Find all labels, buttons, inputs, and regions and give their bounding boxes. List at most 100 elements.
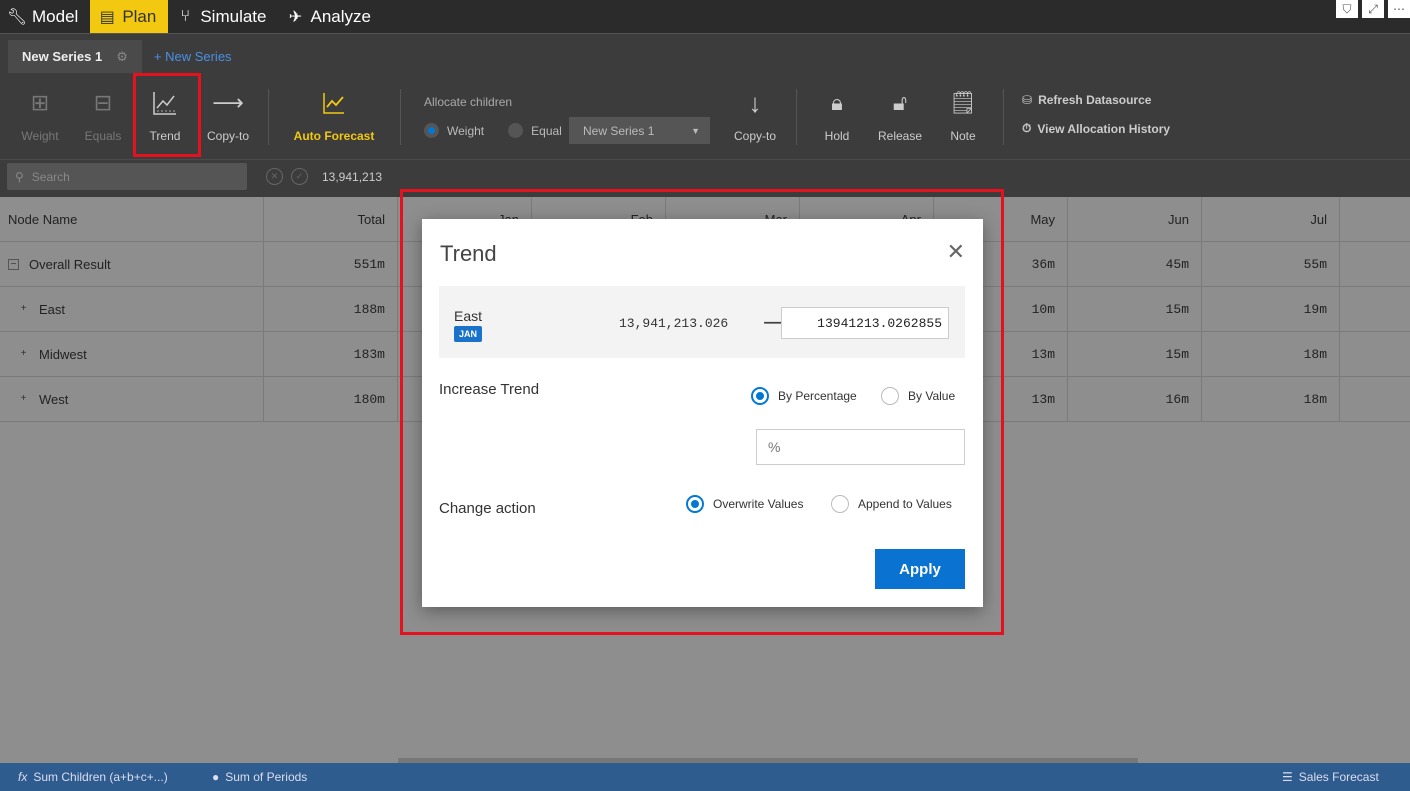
nav-simulate[interactable]: ⑂ Simulate	[168, 0, 278, 33]
total-cell[interactable]: 188m	[264, 287, 398, 331]
col-header-total[interactable]: Total	[264, 197, 398, 241]
alloc-equal-radio[interactable]	[508, 123, 524, 138]
nav-model[interactable]: 🔧︎ Model	[0, 0, 90, 33]
new-series-button[interactable]: + New Series	[142, 40, 244, 73]
expand-icon[interactable]: ⤢	[1362, 0, 1384, 18]
cell-value: 13,941,213	[322, 169, 383, 184]
jul-cell[interactable]: 18m	[1202, 332, 1340, 376]
jun-cell[interactable]: 15m	[1068, 287, 1202, 331]
col-header-node-name[interactable]: Node Name	[0, 197, 264, 241]
nav-plan-label: Plan	[122, 6, 157, 26]
copy-to-down-button[interactable]: ↓ Copy-to	[730, 87, 780, 144]
nav-model-label: Model	[32, 6, 79, 26]
sum-children-status[interactable]: fx Sum Children (a+b+c+...)	[18, 770, 168, 784]
total-cell[interactable]: 183m	[264, 332, 398, 376]
refresh-datasource-link[interactable]: ⛁ Refresh Datasource	[1022, 93, 1170, 107]
confirm-icon[interactable]: ✓	[291, 168, 308, 185]
top-nav: 🔧︎ Model ▤ Plan ⑂ Simulate ✈︎ Analyze	[0, 0, 1410, 33]
hold-button[interactable]: 🔒︎ Hold	[818, 87, 856, 143]
sum-periods-status[interactable]: ● Sum of Periods	[212, 770, 307, 784]
change-action-label: Change action	[439, 500, 536, 517]
row-name-cell[interactable]: + Midwest	[0, 332, 264, 376]
sales-forecast-status[interactable]: ☰ Sales Forecast	[1282, 770, 1379, 784]
clock-icon: ●	[212, 770, 220, 784]
wrench-icon: 🔧︎	[6, 8, 28, 26]
jul-cell[interactable]: 18m	[1202, 377, 1340, 421]
original-value: 13,941,213.026	[619, 316, 729, 331]
jul-cell[interactable]: 55m	[1202, 242, 1340, 286]
series-select[interactable]: New Series 1 ▼	[569, 117, 710, 144]
row-name-cell[interactable]: + West	[0, 377, 264, 421]
by-value-radio[interactable]: By Value	[881, 387, 955, 405]
release-button[interactable]: 🔓︎ Release	[876, 87, 924, 143]
history-icon: ⏱	[1022, 121, 1032, 135]
row-name: Midwest	[39, 346, 87, 362]
allocate-children-label: Allocate children	[424, 95, 513, 109]
row-name-cell[interactable]: − Overall Result	[0, 242, 264, 286]
collapse-icon[interactable]: −	[8, 258, 19, 270]
new-value-input[interactable]	[781, 307, 949, 339]
jun-cell[interactable]: 15m	[1068, 332, 1202, 376]
hierarchy-icon: ⊞	[30, 90, 50, 115]
col-header-jun[interactable]: Jun	[1068, 197, 1202, 241]
note-label: Note	[950, 129, 976, 143]
filter-icon[interactable]: ⛉	[1336, 0, 1358, 18]
nav-analyze[interactable]: ✈︎ Analyze	[278, 0, 382, 33]
expand-icon[interactable]: +	[18, 303, 29, 315]
toolbar: ⊞ Weight ⊟ Equals Trend ⟶ Copy-to Auto F…	[0, 73, 1410, 159]
view-allocation-history-label: View Allocation History	[1037, 121, 1171, 136]
note-button[interactable]: 🗒︎ Note	[944, 87, 982, 143]
sum-periods-label: Sum of Periods	[225, 770, 308, 784]
nav-plan[interactable]: ▤ Plan	[90, 0, 169, 33]
nav-analyze-label: Analyze	[310, 6, 371, 26]
equals-icon: ⊟	[93, 90, 113, 115]
arrow-right-icon: ⟶	[212, 90, 244, 115]
allocate-options: Weight Equal	[424, 123, 562, 138]
auto-forecast-label: Auto Forecast	[293, 129, 375, 143]
formula-bar: ✕ ✓ 13,941,213	[266, 168, 382, 185]
telescope-icon: ✈︎	[288, 8, 303, 26]
search-input[interactable]: ⚲ Search	[7, 163, 247, 190]
cancel-icon[interactable]: ✕	[266, 168, 283, 185]
weight-label: Weight	[21, 129, 59, 143]
refresh-datasource-label: Refresh Datasource	[1038, 93, 1152, 107]
trend-dialog: Trend ✕ East JAN 13,941,213.026 ⟶ Increa…	[422, 219, 983, 607]
jul-cell[interactable]: 19m	[1202, 287, 1340, 331]
radio-selected-icon	[751, 387, 769, 405]
by-percentage-radio[interactable]: By Percentage	[751, 387, 857, 405]
auto-forecast-button[interactable]: Auto Forecast	[292, 87, 376, 143]
row-name-cell[interactable]: + East	[0, 287, 264, 331]
view-allocation-history-link[interactable]: ⏱ View Allocation History	[1022, 121, 1170, 136]
jun-cell[interactable]: 16m	[1068, 377, 1202, 421]
append-values-radio[interactable]: Append to Values	[831, 495, 952, 513]
hold-label: Hold	[824, 129, 850, 143]
jun-cell[interactable]: 45m	[1068, 242, 1202, 286]
series-tab-label: New Series 1	[22, 49, 103, 64]
chevron-down-icon: ▼	[691, 125, 700, 136]
table-icon: ▤	[99, 8, 115, 26]
trend-highlight	[133, 73, 201, 157]
list-icon: ☰	[1282, 770, 1293, 784]
total-cell[interactable]: 551m	[264, 242, 398, 286]
overwrite-values-radio[interactable]: Overwrite Values	[686, 495, 803, 513]
copy-to-button[interactable]: ⟶ Copy-to	[204, 87, 252, 143]
weight-button[interactable]: ⊞ Weight	[18, 87, 62, 143]
gear-icon[interactable]: ⚙	[116, 49, 128, 65]
expand-icon[interactable]: +	[18, 348, 29, 360]
unlock-icon: 🔓︎	[892, 90, 908, 115]
row-name: West	[39, 391, 69, 407]
col-header-jul[interactable]: Jul	[1202, 197, 1340, 241]
toolbar-divider	[268, 89, 269, 145]
side-links: ⛁ Refresh Datasource ⏱ View Allocation H…	[1022, 93, 1170, 136]
alloc-weight-radio[interactable]	[424, 123, 439, 138]
more-icon[interactable]: ⋯	[1388, 0, 1410, 18]
by-value-label: By Value	[908, 389, 956, 403]
percent-input[interactable]	[756, 429, 965, 465]
series-tab-current[interactable]: New Series 1 ⚙	[8, 40, 142, 73]
equals-button[interactable]: ⊟ Equals	[82, 87, 124, 143]
apply-button[interactable]: Apply	[875, 549, 965, 589]
close-icon[interactable]: ✕	[947, 241, 965, 263]
expand-icon[interactable]: +	[18, 393, 29, 405]
total-cell[interactable]: 180m	[264, 377, 398, 421]
search-icon: ⚲	[15, 169, 24, 184]
